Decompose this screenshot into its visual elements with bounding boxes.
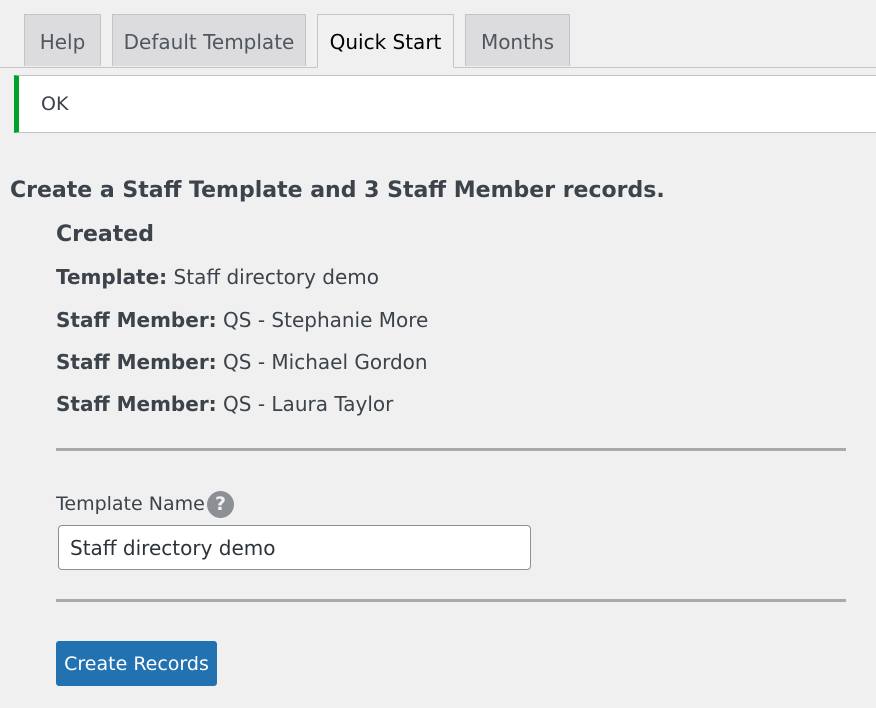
created-staff-member-line: Staff Member: QS - Michael Gordon bbox=[56, 350, 428, 374]
created-heading: Created bbox=[56, 222, 154, 247]
help-icon[interactable]: ? bbox=[207, 491, 234, 518]
section-divider bbox=[56, 448, 846, 451]
created-line-value: Staff directory demo bbox=[173, 265, 380, 289]
template-name-label: Template Name bbox=[56, 493, 205, 515]
notice-text: OK bbox=[41, 93, 69, 115]
created-template-line: Template: Staff directory demo bbox=[56, 265, 379, 289]
created-line-label: Staff Member: bbox=[56, 308, 217, 332]
tab-help[interactable]: Help bbox=[24, 14, 101, 66]
template-name-input[interactable] bbox=[58, 525, 531, 570]
quick-start-page: Help Default Template Quick Start Months… bbox=[0, 0, 876, 708]
created-line-label: Staff Member: bbox=[56, 392, 217, 416]
created-line-value: QS - Michael Gordon bbox=[223, 350, 428, 374]
intro-text: Create a Staff Template and 3 Staff Memb… bbox=[10, 178, 665, 203]
tab-default-template[interactable]: Default Template bbox=[112, 14, 306, 66]
success-notice: OK bbox=[14, 75, 876, 133]
section-divider bbox=[56, 599, 846, 602]
tab-bar: Help Default Template Quick Start Months bbox=[0, 0, 876, 68]
create-records-button[interactable]: Create Records bbox=[56, 641, 217, 686]
created-line-label: Template: bbox=[56, 265, 168, 289]
created-staff-member-line: Staff Member: QS - Laura Taylor bbox=[56, 392, 393, 416]
created-line-value: QS - Stephanie More bbox=[223, 308, 429, 332]
created-staff-member-line: Staff Member: QS - Stephanie More bbox=[56, 308, 428, 332]
tab-quick-start[interactable]: Quick Start bbox=[317, 14, 454, 68]
created-line-label: Staff Member: bbox=[56, 350, 217, 374]
created-line-value: QS - Laura Taylor bbox=[223, 392, 394, 416]
tab-months[interactable]: Months bbox=[465, 14, 570, 66]
